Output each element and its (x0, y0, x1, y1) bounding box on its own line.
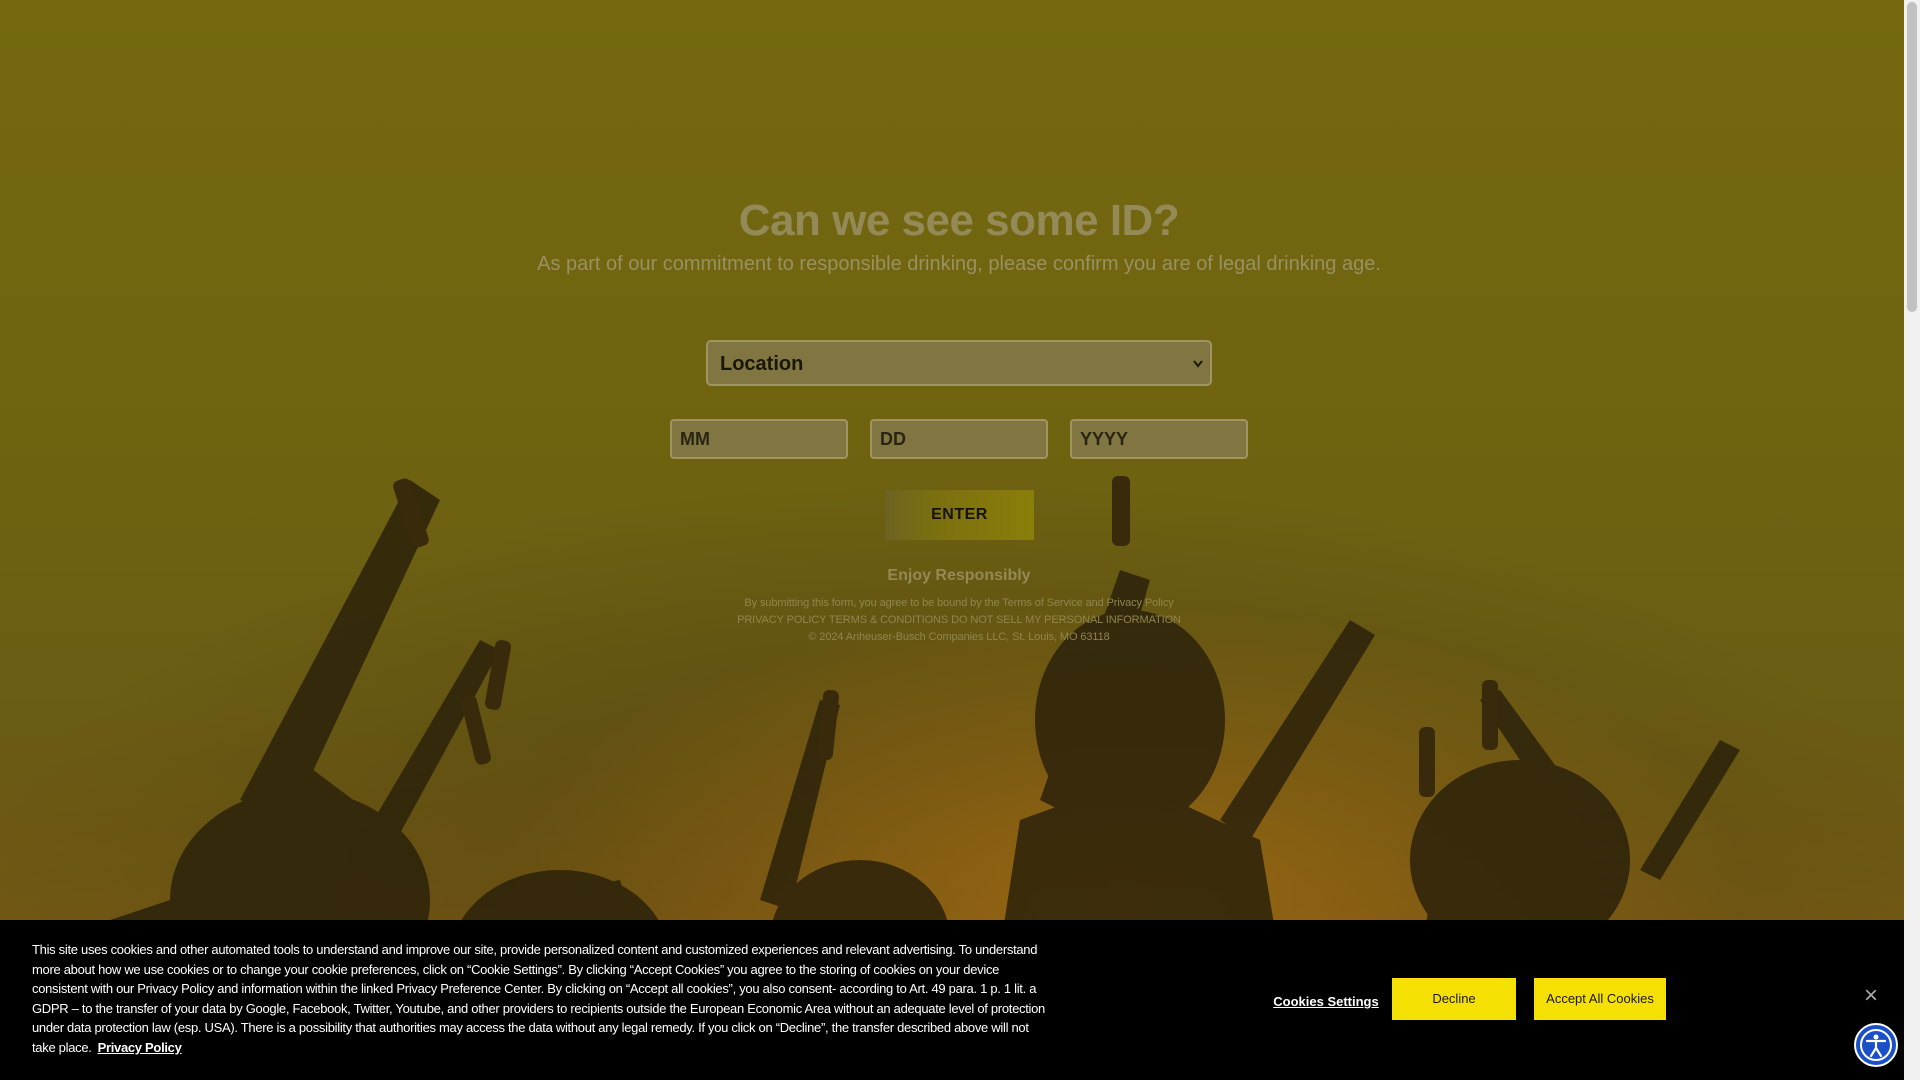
cookie-notice-text: This site uses cookies and other automat… (32, 942, 1045, 1055)
birth-day-input[interactable]: DD (870, 419, 1048, 459)
cookie-notice: This site uses cookies and other automat… (32, 940, 1050, 1058)
enter-button[interactable]: ENTER (885, 490, 1034, 540)
decline-button[interactable]: Decline (1392, 978, 1516, 1020)
page-scrollbar[interactable] (1904, 0, 1920, 1080)
privacy-policy-link[interactable]: Privacy Policy (98, 1040, 182, 1055)
birth-month-input[interactable]: MM (670, 419, 848, 459)
cookie-settings-button[interactable]: Cookies Settings (1256, 991, 1396, 1013)
legal-links[interactable]: PRIVACY POLICY TERMS & CONDITIONS DO NOT… (0, 614, 1918, 626)
age-gate: Can we see some ID? As part of our commi… (0, 0, 1904, 700)
copyright-text: © 2024 Anheuser-Busch Companies LLC, St.… (808, 631, 1110, 643)
enjoy-responsibly-text: Enjoy Responsibly (887, 567, 1031, 584)
page-title: Can we see some ID? (738, 196, 1180, 245)
chevron-down-icon (1192, 342, 1204, 403)
location-select[interactable]: Location (706, 340, 1212, 386)
accessibility-icon[interactable] (1854, 1023, 1898, 1067)
cookie-banner: This site uses cookies and other automat… (0, 920, 1904, 1080)
location-select-value: Location (720, 353, 804, 375)
accept-all-cookies-button[interactable]: Accept All Cookies (1534, 978, 1666, 1020)
birth-year-input[interactable]: YYYY (1070, 419, 1248, 459)
page-subtitle: As part of our commitment to responsible… (537, 253, 1381, 275)
scrollbar-thumb[interactable] (1907, 2, 1917, 312)
close-icon[interactable]: × (1860, 984, 1882, 1008)
terms-notice: By submitting this form, you agree to be… (744, 597, 1174, 609)
